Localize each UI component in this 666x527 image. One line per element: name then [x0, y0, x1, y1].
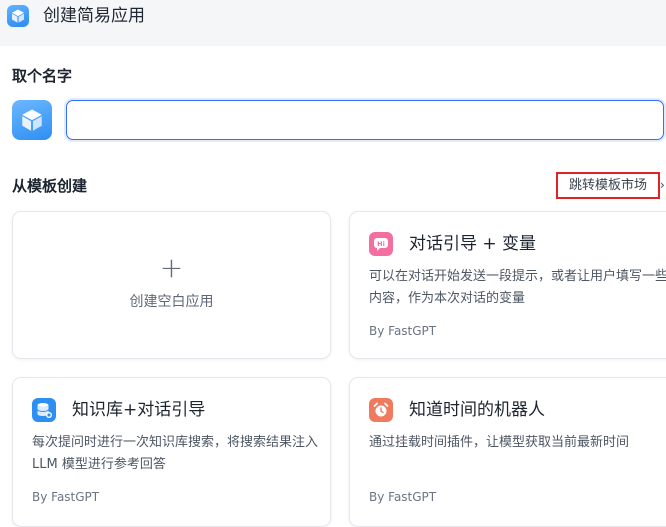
app-avatar[interactable] — [12, 100, 52, 140]
template-section-title: 从模板创建 — [12, 177, 88, 195]
page-header: 创建简易应用 — [0, 0, 666, 46]
template-author: By FastGPT — [32, 490, 100, 504]
database-icon — [32, 398, 56, 422]
template-author: By FastGPT — [369, 324, 437, 338]
page-title: 创建简易应用 — [43, 6, 145, 26]
app-name-input[interactable] — [66, 100, 664, 140]
chevron-right-icon: › — [660, 178, 665, 192]
alarm-clock-icon — [369, 398, 393, 422]
plus-icon: + — [159, 251, 184, 284]
template-card-chat-guide[interactable]: Hi 对话引导 + 变量 可以在对话开始发送一段提示，或者让用户填写一些内容，作… — [349, 211, 666, 359]
blank-app-label: 创建空白应用 — [129, 294, 214, 310]
template-name: 对话引导 + 变量 — [409, 234, 537, 254]
name-section-title: 取个名字 — [12, 67, 73, 85]
svg-text:Hi: Hi — [377, 240, 385, 248]
cube-icon — [22, 109, 42, 131]
app-cube-icon — [7, 5, 29, 27]
hi-chat-icon: Hi — [369, 232, 393, 256]
template-name: 知道时间的机器人 — [409, 400, 545, 420]
blank-app-card[interactable]: + 创建空白应用 — [12, 211, 331, 359]
template-description: 通过挂载时间插件，让模型获取当前最新时间 — [369, 435, 630, 450]
template-name: 知识库+对话引导 — [72, 400, 206, 420]
template-description: 可以在对话开始发送一段提示，或者让用户填写一些内容，作为本次对话的变量 — [369, 269, 666, 306]
template-description: 每次提问时进行一次知识库搜索，将搜索结果注入 LLM 模型进行参考回答 — [32, 435, 319, 472]
template-card-time-bot[interactable]: 知道时间的机器人 通过挂载时间插件，让模型获取当前最新时间 By FastGPT — [349, 377, 666, 527]
template-author: By FastGPT — [369, 490, 437, 504]
template-market-link[interactable]: 跳转模板市场 — [556, 172, 660, 199]
template-card-knowledge-base[interactable]: 知识库+对话引导 每次提问时进行一次知识库搜索，将搜索结果注入 LLM 模型进行… — [12, 377, 331, 527]
